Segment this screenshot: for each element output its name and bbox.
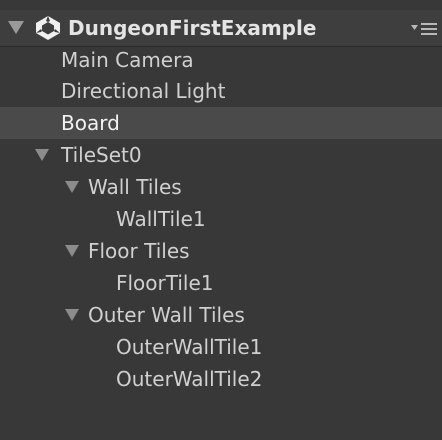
hierarchy-item-board[interactable]: Board [0, 107, 442, 139]
hierarchy-item-label: Outer Wall Tiles [88, 303, 245, 327]
unity-logo-icon [36, 16, 60, 40]
hierarchy-item-label: TileSet0 [61, 143, 142, 167]
hierarchy-item-label: OuterWallTile1 [116, 335, 263, 359]
hierarchy-item-label: WallTile1 [116, 207, 206, 231]
scene-expand-arrow-icon[interactable] [8, 21, 24, 34]
hierarchy-item-outerwalltile1[interactable]: OuterWallTile1 [0, 331, 442, 363]
hierarchy-item-label: FloorTile1 [116, 271, 214, 295]
hierarchy-item-label: Wall Tiles [88, 175, 182, 199]
foldout-expanded-icon[interactable] [35, 149, 49, 161]
hierarchy-item-tileset0[interactable]: TileSet0 [0, 139, 442, 171]
hierarchy-item-label: Directional Light [61, 79, 226, 103]
hierarchy-item-label: Main Camera [61, 48, 194, 72]
hierarchy-item-outerwalltile2[interactable]: OuterWallTile2 [0, 363, 442, 395]
foldout-expanded-icon[interactable] [65, 245, 79, 257]
hierarchy-item-label: Board [61, 111, 120, 135]
hierarchy-item-outer-wall-tiles[interactable]: Outer Wall Tiles [0, 299, 442, 331]
hierarchy-panel: DungeonFirstExample Main Camera Directio… [0, 0, 442, 440]
hierarchy-item-floortile1[interactable]: FloorTile1 [0, 267, 442, 299]
hierarchy-item-directional-light[interactable]: Directional Light [0, 75, 442, 107]
hierarchy-item-wall-tiles[interactable]: Wall Tiles [0, 171, 442, 203]
scene-title: DungeonFirstExample [68, 16, 317, 40]
foldout-expanded-icon[interactable] [65, 181, 79, 193]
hierarchy-item-walltile1[interactable]: WallTile1 [0, 203, 442, 235]
hierarchy-item-floor-tiles[interactable]: Floor Tiles [0, 235, 442, 267]
hierarchy-item-label: OuterWallTile2 [116, 367, 263, 391]
context-menu-icon[interactable] [411, 19, 439, 39]
hierarchy-item-label: Floor Tiles [88, 239, 190, 263]
foldout-expanded-icon[interactable] [65, 309, 79, 321]
scene-header[interactable]: DungeonFirstExample [0, 10, 442, 47]
hierarchy-item-main-camera[interactable]: Main Camera [0, 44, 442, 76]
